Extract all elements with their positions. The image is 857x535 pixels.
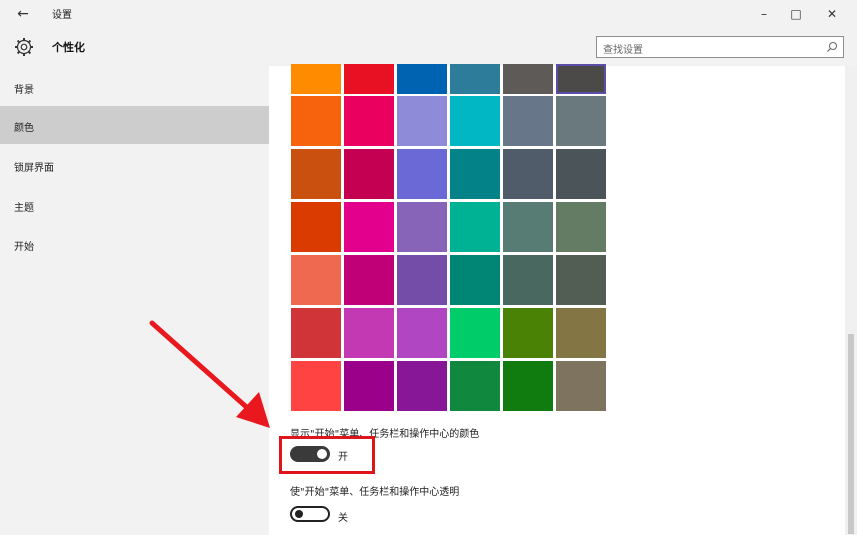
color-swatch[interactable] — [344, 361, 394, 411]
sidebar-item-label: 主题 — [14, 203, 34, 214]
transparency-label: 使"开始"菜单、任务栏和操作中心透明 — [290, 487, 460, 498]
maximize-button[interactable]: □ — [784, 3, 808, 25]
color-swatch[interactable] — [397, 308, 447, 358]
sidebar-item-start[interactable]: 开始 — [0, 225, 269, 263]
color-swatch[interactable] — [397, 96, 447, 146]
sidebar-item-label: 锁屏界面 — [14, 163, 54, 174]
color-swatch[interactable] — [503, 64, 553, 94]
color-swatch[interactable] — [556, 96, 606, 146]
color-swatch[interactable] — [450, 149, 500, 199]
search-input[interactable]: 查找设置 — [596, 36, 844, 58]
color-swatch[interactable] — [397, 361, 447, 411]
transparency-toggle[interactable] — [290, 506, 330, 522]
color-swatch[interactable] — [344, 64, 394, 94]
color-swatch[interactable] — [450, 308, 500, 358]
highlight-box — [279, 436, 375, 474]
sidebar-item-colors[interactable]: 颜色 — [0, 106, 269, 144]
sidebar-item-background[interactable]: 背景 — [0, 68, 269, 106]
color-swatch[interactable] — [450, 64, 500, 94]
color-swatch[interactable] — [291, 96, 341, 146]
scrollbar[interactable] — [845, 66, 857, 535]
sidebar-item-lock-screen[interactable]: 锁屏界面 — [0, 146, 269, 184]
scroll-thumb[interactable] — [848, 334, 854, 534]
color-swatch[interactable] — [503, 149, 553, 199]
color-swatch[interactable] — [344, 96, 394, 146]
color-swatch[interactable] — [556, 361, 606, 411]
color-swatch[interactable] — [291, 149, 341, 199]
color-swatch[interactable] — [450, 361, 500, 411]
close-button[interactable]: ✕ — [820, 3, 844, 25]
color-swatch[interactable] — [503, 202, 553, 252]
color-swatch[interactable] — [397, 255, 447, 305]
color-swatch[interactable] — [556, 149, 606, 199]
minimize-button[interactable]: – — [752, 3, 776, 25]
color-swatch[interactable] — [397, 149, 447, 199]
color-swatch[interactable] — [344, 149, 394, 199]
page-header: 个性化 查找设置 — [0, 28, 857, 66]
sidebar-item-label: 背景 — [14, 85, 34, 96]
color-swatch[interactable] — [503, 255, 553, 305]
color-swatch[interactable] — [503, 96, 553, 146]
color-swatch[interactable] — [450, 96, 500, 146]
color-swatch[interactable] — [291, 64, 341, 94]
color-swatch[interactable] — [397, 64, 447, 94]
page-title: 个性化 — [52, 41, 85, 54]
color-swatch[interactable] — [291, 255, 341, 305]
color-swatch[interactable] — [556, 64, 606, 94]
color-swatch[interactable] — [344, 202, 394, 252]
search-icon[interactable] — [826, 41, 838, 53]
back-arrow-icon[interactable]: ← — [12, 3, 34, 25]
color-swatch[interactable] — [291, 202, 341, 252]
sidebar: 背景 颜色 锁屏界面 主题 开始 — [0, 66, 269, 535]
color-swatch[interactable] — [397, 202, 447, 252]
search-placeholder: 查找设置 — [603, 45, 643, 56]
color-swatch[interactable] — [503, 308, 553, 358]
color-swatch[interactable] — [450, 202, 500, 252]
color-swatch[interactable] — [556, 202, 606, 252]
color-swatch[interactable] — [450, 255, 500, 305]
sidebar-item-themes[interactable]: 主题 — [0, 186, 269, 224]
color-swatch[interactable] — [291, 361, 341, 411]
toggle-knob — [295, 510, 303, 518]
title-bar: ← 设置 – □ ✕ — [0, 0, 857, 28]
gear-icon — [15, 38, 33, 56]
window-title: 设置 — [52, 10, 72, 21]
transparency-state: 关 — [338, 513, 348, 524]
color-swatch[interactable] — [556, 308, 606, 358]
color-swatch[interactable] — [344, 255, 394, 305]
sidebar-item-label: 开始 — [14, 242, 34, 253]
color-swatch[interactable] — [344, 308, 394, 358]
color-swatch[interactable] — [503, 361, 553, 411]
sidebar-item-label: 颜色 — [14, 123, 34, 134]
color-swatch[interactable] — [556, 255, 606, 305]
color-swatch[interactable] — [291, 308, 341, 358]
